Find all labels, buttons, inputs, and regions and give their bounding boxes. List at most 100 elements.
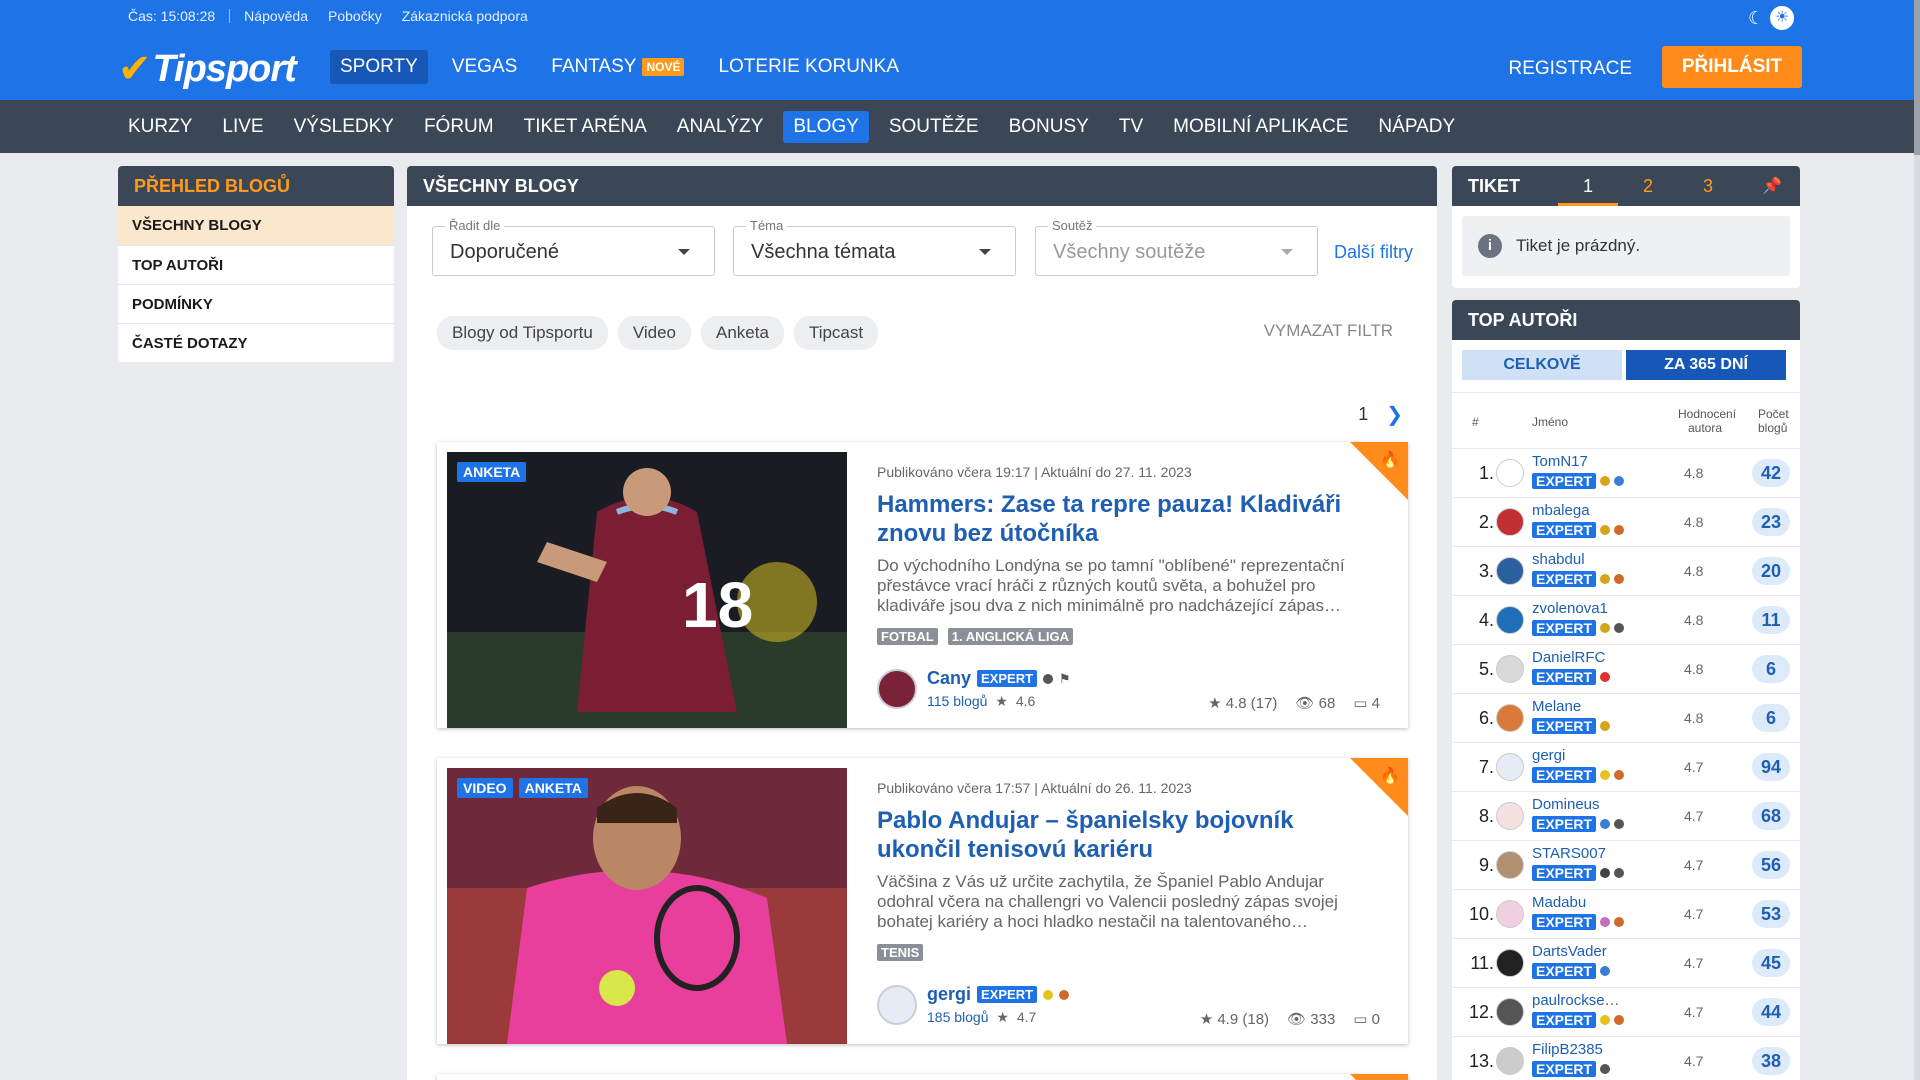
author-block[interactable]: gergi EXPERT 185 blogů ★ 4.7 [877, 984, 1070, 1026]
sidebar-item-conditions[interactable]: PODMÍNKY [118, 284, 394, 323]
page-scrollbar[interactable] [1914, 0, 1920, 1080]
table-row[interactable]: 4. zvolenova1 EXPERT 4.8 11 [1452, 595, 1800, 644]
blog-count[interactable]: 56 [1752, 851, 1790, 879]
blog-count[interactable]: 38 [1752, 1047, 1790, 1075]
subnav-blogy[interactable]: BLOGY [783, 110, 869, 143]
author-name[interactable]: DanielRFC [1532, 649, 1605, 666]
subnav-live[interactable]: LIVE [212, 111, 273, 143]
table-row[interactable]: 2. mbalega EXPERT 4.8 23 [1452, 497, 1800, 546]
subnav-kurzy[interactable]: KURZY [118, 111, 202, 143]
sidebar-item-all-blogs[interactable]: VŠECHNY BLOGY [118, 206, 394, 245]
author-name[interactable]: Melane [1532, 698, 1581, 715]
nav-loterie[interactable]: LOTERIE KORUNKA [708, 50, 909, 84]
comment-icon[interactable]: ▭ [1353, 1011, 1367, 1028]
avatar[interactable] [1496, 900, 1524, 928]
subnav-vysledky[interactable]: VÝSLEDKY [284, 111, 404, 143]
category-tag[interactable]: FOTBAL [877, 628, 938, 645]
author-block[interactable]: Cany EXPERT ⚑ 115 blogů ★ 4.6 [877, 668, 1071, 710]
comment-icon[interactable]: ▭ [1353, 695, 1367, 712]
article-image[interactable]: VIDEO ANKETA [447, 768, 847, 1044]
blog-count[interactable]: 6 [1752, 655, 1790, 683]
category-tag[interactable]: 1. ANGLICKÁ LIGA [947, 628, 1073, 645]
avatar[interactable] [877, 985, 917, 1025]
ticket-tab-2[interactable]: 2 [1618, 166, 1678, 206]
chip-anketa[interactable]: Anketa [701, 316, 784, 350]
sidebar-item-faq[interactable]: ČASTÉ DOTAZY [118, 323, 394, 362]
table-row[interactable]: 11. DartsVader EXPERT 4.7 45 [1452, 938, 1800, 987]
table-row[interactable]: 7. gergi EXPERT 4.7 94 [1452, 742, 1800, 791]
table-row[interactable]: 10. Madabu EXPERT 4.7 53 [1452, 889, 1800, 938]
avatar[interactable] [1496, 557, 1524, 585]
blog-card[interactable]: 18 ANKETA 🔥 Publikováno včera 19:17 | Ak… [437, 442, 1408, 728]
theme-switch[interactable]: ☾ ☀ [1748, 6, 1802, 30]
table-row[interactable]: 12. paulrockse… EXPERT 4.7 44 [1452, 987, 1800, 1036]
category-tag[interactable]: TENIS [877, 944, 924, 961]
article-image[interactable]: 18 ANKETA [447, 452, 847, 728]
sun-icon[interactable]: ☀ [1770, 6, 1795, 30]
author-name[interactable]: mbalega [1532, 502, 1590, 519]
register-link[interactable]: REGISTRACE [1508, 58, 1632, 80]
more-filters-link[interactable]: Další filtry [1334, 242, 1413, 263]
avatar[interactable] [877, 669, 917, 709]
avatar[interactable] [1496, 753, 1524, 781]
blog-count[interactable]: 42 [1752, 459, 1790, 487]
author-name[interactable]: TomN17 [1532, 453, 1588, 470]
toggle-overall[interactable]: CELKOVĚ [1462, 350, 1622, 380]
comment-count[interactable]: 0 [1372, 1011, 1380, 1028]
chip-video[interactable]: Video [617, 316, 691, 350]
table-row[interactable]: 1. TomN17 EXPERT 4.8 42 [1452, 448, 1800, 497]
author-name[interactable]: gergi [927, 984, 971, 1005]
subnav-mobile-app[interactable]: MOBILNÍ APLIKACE [1163, 111, 1358, 143]
blog-count[interactable]: 68 [1752, 802, 1790, 830]
pin-icon[interactable]: 📌 [1762, 176, 1782, 196]
subnav-tv[interactable]: TV [1109, 111, 1153, 143]
logo[interactable]: ✔ Tipsport [118, 46, 297, 92]
topic-select[interactable]: Téma Všechna témata [733, 218, 1016, 276]
nav-vegas[interactable]: VEGAS [442, 50, 527, 84]
table-row[interactable]: 6. Melane EXPERT 4.8 6 [1452, 693, 1800, 742]
blog-count[interactable]: 20 [1752, 557, 1790, 585]
comment-count[interactable]: 4 [1372, 695, 1380, 712]
avatar[interactable] [1496, 704, 1524, 732]
author-name[interactable]: zvolenova1 [1532, 600, 1608, 617]
support-link[interactable]: Zákaznická podpora [392, 8, 538, 24]
avatar[interactable] [1496, 949, 1524, 977]
login-button[interactable]: PŘIHLÁSIT [1662, 46, 1802, 88]
article-title[interactable]: Pablo Andujar – španielsky bojovník ukon… [877, 806, 1377, 864]
help-link[interactable]: Nápověda [234, 8, 318, 24]
blog-card[interactable] [437, 1074, 1408, 1080]
chip-tipcast[interactable]: Tipcast [793, 316, 879, 350]
scrollbar-thumb[interactable] [1914, 0, 1920, 155]
avatar[interactable] [1496, 851, 1524, 879]
avatar[interactable] [1496, 802, 1524, 830]
subnav-analyzy[interactable]: ANALÝZY [667, 111, 774, 143]
toggle-365-days[interactable]: ZA 365 DNÍ [1626, 350, 1786, 380]
blog-count[interactable]: 44 [1752, 998, 1790, 1026]
ticket-tab-1[interactable]: 1 [1558, 166, 1618, 206]
blog-count[interactable]: 23 [1752, 508, 1790, 536]
author-name[interactable]: FilipB2385 [1532, 1041, 1603, 1058]
subnav-forum[interactable]: FÓRUM [414, 111, 504, 143]
author-name[interactable]: Cany [927, 668, 971, 689]
author-name[interactable]: shabdul [1532, 551, 1585, 568]
author-name[interactable]: DartsVader [1532, 943, 1607, 960]
table-row[interactable]: 9. STARS007 EXPERT 4.7 56 [1452, 840, 1800, 889]
avatar[interactable] [1496, 655, 1524, 683]
author-name[interactable]: Madabu [1532, 894, 1586, 911]
contest-select[interactable]: Soutěž Všechny soutěže [1035, 218, 1318, 276]
author-name[interactable]: gergi [1532, 747, 1565, 764]
author-name[interactable]: STARS007 [1532, 845, 1606, 862]
clear-filter-button[interactable]: VYMAZAT FILTR [1264, 321, 1393, 341]
avatar[interactable] [1496, 459, 1524, 487]
nav-fantasy[interactable]: FANTASY NOVÉ [541, 50, 694, 84]
avatar[interactable] [1496, 1047, 1524, 1075]
page-number[interactable]: 1 [1358, 404, 1368, 425]
subnav-tiket-arena[interactable]: TIKET ARÉNA [514, 111, 657, 143]
table-row[interactable]: 13. FilipB2385 EXPERT 4.7 38 [1452, 1036, 1800, 1080]
avatar[interactable] [1496, 508, 1524, 536]
sidebar-item-top-authors[interactable]: TOP AUTOŘI [118, 245, 394, 284]
article-title[interactable]: Hammers: Zase ta repre pauza! Kladiváři … [877, 490, 1377, 548]
subnav-souteze[interactable]: SOUTĚŽE [879, 111, 989, 143]
author-name[interactable]: paulrockse… [1532, 992, 1620, 1009]
blog-card[interactable]: VIDEO ANKETA 🔥 Publikováno včera 17:57 |… [437, 758, 1408, 1044]
